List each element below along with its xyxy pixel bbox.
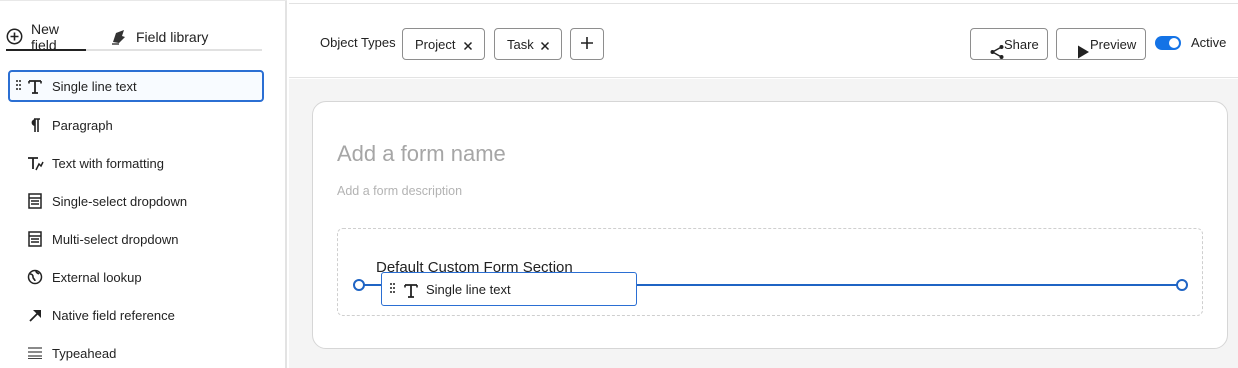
chip-label: Project xyxy=(415,36,456,52)
field-item-external-lookup[interactable]: External lookup xyxy=(8,261,264,293)
form-header: Object Types Project Task Share Preview … xyxy=(289,0,1238,78)
close-icon[interactable] xyxy=(463,39,473,51)
form-section[interactable]: Default Custom Form Section Single line … xyxy=(337,228,1203,316)
share-label: Share xyxy=(1004,36,1039,52)
field-item-native-field-reference[interactable]: Native field reference xyxy=(8,299,264,331)
field-label: Paragraph xyxy=(52,117,113,133)
divider xyxy=(289,3,1238,4)
active-label: Active xyxy=(1191,35,1227,50)
field-item-text-with-formatting[interactable]: Text with formatting xyxy=(8,147,264,179)
preview-button[interactable]: Preview xyxy=(1056,28,1146,60)
form-card: Add a form name Add a form description D… xyxy=(312,101,1228,349)
active-toggle[interactable] xyxy=(1155,36,1181,50)
text-t-icon xyxy=(402,281,420,299)
plus-icon xyxy=(580,36,594,53)
arrow-reference-icon xyxy=(26,306,44,324)
field-item-multi-select-dropdown[interactable]: Multi-select dropdown xyxy=(8,223,264,255)
close-icon[interactable] xyxy=(540,39,550,51)
field-label: Text with formatting xyxy=(52,155,164,171)
form-canvas: Add a form name Add a form description D… xyxy=(289,79,1238,368)
form-name-input[interactable]: Add a form name xyxy=(337,141,506,167)
object-types-label: Object Types xyxy=(320,35,396,50)
drop-indicator-end-dot xyxy=(1176,279,1188,291)
text-format-icon xyxy=(26,154,44,172)
field-label: Single line text xyxy=(52,78,137,94)
tab-field-library[interactable]: Field library xyxy=(110,24,208,49)
drag-handle-icon[interactable] xyxy=(16,80,22,92)
tab-label: Field library xyxy=(136,28,209,45)
field-item-typeahead[interactable]: Typeahead xyxy=(8,337,264,368)
text-t-icon xyxy=(26,77,44,95)
field-label: Native field reference xyxy=(52,307,175,323)
pilcrow-icon xyxy=(26,116,44,134)
field-library-icon xyxy=(110,28,128,45)
field-label: External lookup xyxy=(52,269,142,285)
typeahead-lines-icon xyxy=(26,344,44,362)
plus-circle-icon xyxy=(6,28,23,45)
tab-new-field[interactable]: New field xyxy=(6,21,86,53)
drag-handle-icon xyxy=(390,283,396,295)
object-type-chip-project[interactable]: Project xyxy=(402,28,485,60)
field-label: Single-select dropdown xyxy=(52,193,188,209)
divider xyxy=(0,0,287,1)
drop-indicator-start-dot xyxy=(353,279,365,291)
object-type-chip-task[interactable]: Task xyxy=(494,28,562,60)
field-label: Typeahead xyxy=(52,345,117,361)
left-panel: New field Field library Single line text… xyxy=(0,0,287,368)
globe-icon xyxy=(26,268,44,286)
dragging-field-ghost[interactable]: Single line text xyxy=(381,272,637,306)
field-item-single-line-text[interactable]: Single line text xyxy=(8,70,264,102)
dragging-field-label: Single line text xyxy=(426,282,511,297)
active-tab-underline xyxy=(6,49,86,51)
chip-label: Task xyxy=(507,36,534,52)
add-object-type-button[interactable] xyxy=(570,28,604,60)
tab-label: New field xyxy=(31,20,60,53)
field-item-single-select-dropdown[interactable]: Single-select dropdown xyxy=(8,185,264,217)
field-label: Multi-select dropdown xyxy=(52,231,179,247)
dropdown-list-icon xyxy=(26,230,44,248)
share-button[interactable]: Share xyxy=(970,28,1048,60)
form-description-input[interactable]: Add a form description xyxy=(337,184,462,198)
preview-label: Preview xyxy=(1090,36,1137,52)
toggle-knob xyxy=(1169,38,1179,48)
dropdown-list-icon xyxy=(26,192,44,210)
panel-tabs: New field Field library xyxy=(6,21,262,53)
field-item-paragraph[interactable]: Paragraph xyxy=(8,109,264,141)
